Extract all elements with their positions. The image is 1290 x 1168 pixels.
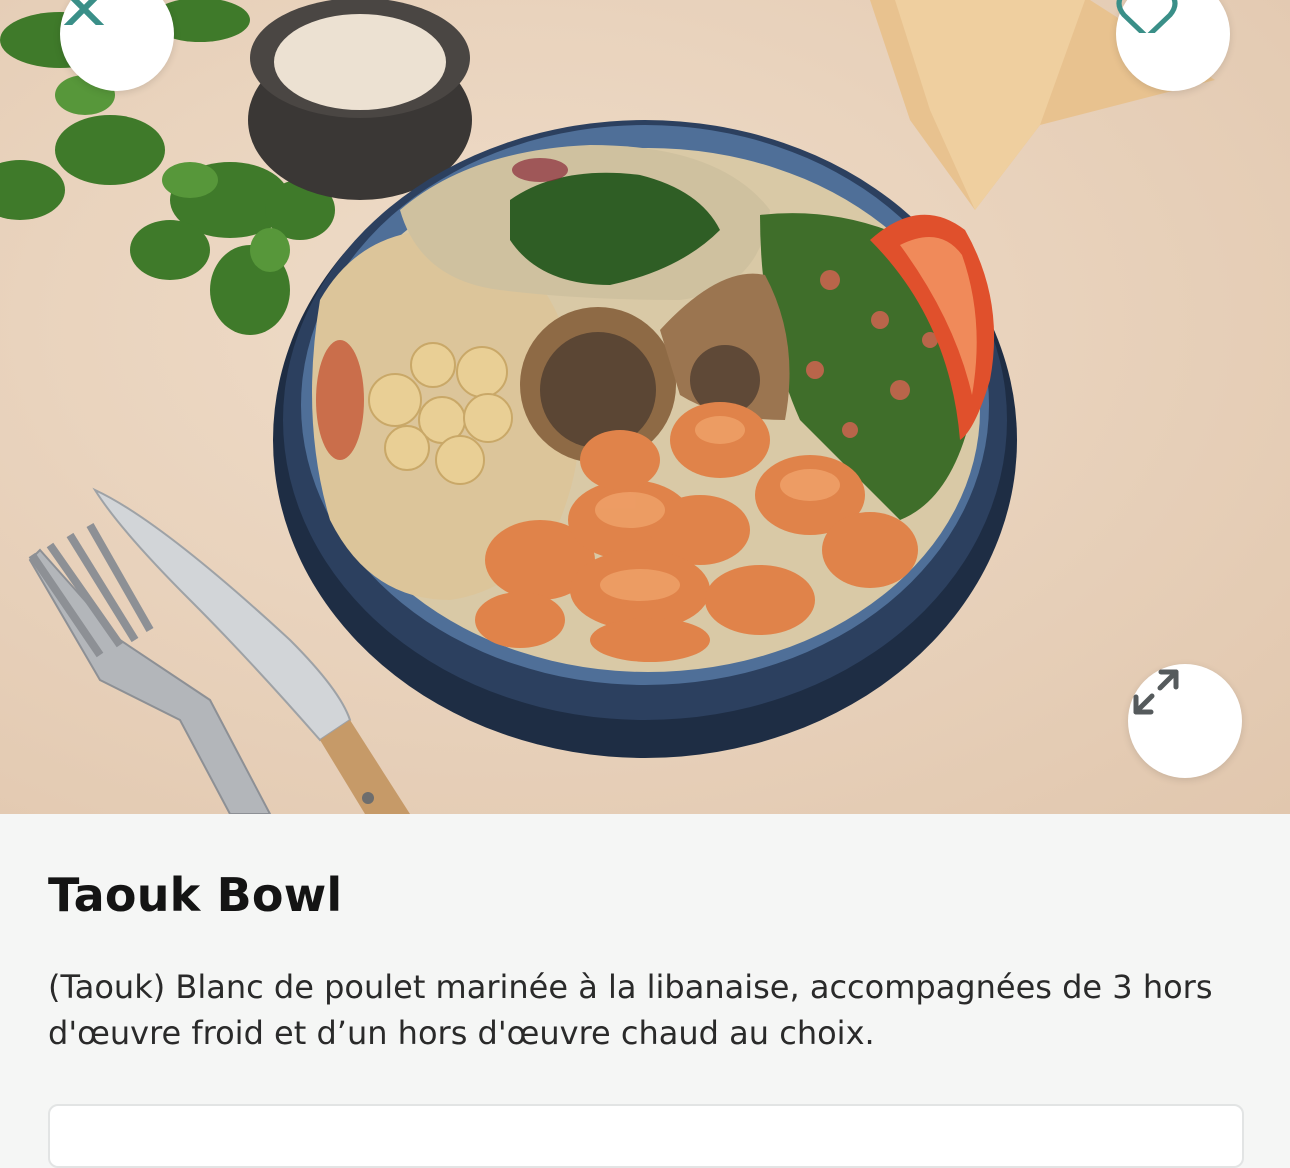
bowl-illustration (0, 0, 1215, 814)
expand-arrows-icon (1133, 669, 1179, 715)
close-icon (63, 0, 105, 25)
heart-outline-icon (1116, 0, 1178, 33)
product-title: Taouk Bowl (48, 868, 343, 922)
product-details: Taouk Bowl (Taouk) Blanc de poulet marin… (0, 814, 1290, 1168)
product-photo (0, 0, 1290, 814)
options-card[interactable] (48, 1104, 1244, 1168)
product-description: (Taouk) Blanc de poulet marinée à la lib… (48, 968, 1213, 1052)
expand-image-button[interactable] (1128, 664, 1242, 778)
